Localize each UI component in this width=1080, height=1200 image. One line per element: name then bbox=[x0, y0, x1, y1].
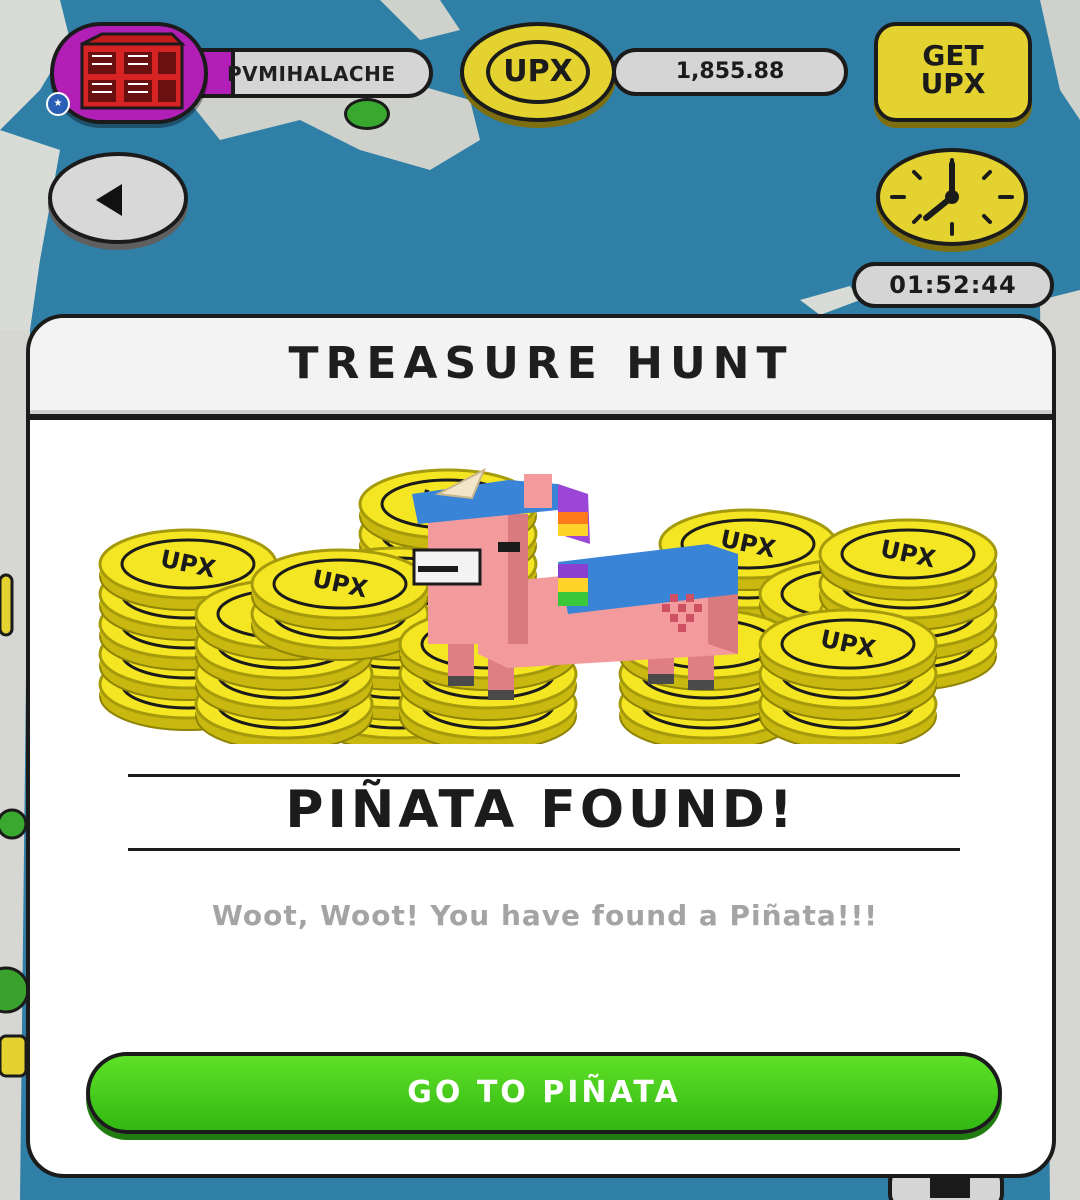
back-button[interactable] bbox=[48, 152, 188, 244]
upx-coin-label: UPX bbox=[486, 40, 590, 104]
status-indicator bbox=[344, 98, 390, 130]
clock-icon bbox=[890, 158, 1014, 236]
get-upx-button[interactable]: GET UPX bbox=[874, 22, 1032, 122]
pinata-coins-illustration: UPXUPXUPXUPXUPXUPX bbox=[98, 467, 998, 744]
building-avatar-icon bbox=[80, 32, 186, 110]
clock-button[interactable] bbox=[876, 148, 1028, 246]
header-divider bbox=[30, 414, 1052, 420]
found-message: Woot, Woot! You have found a Piñata!!! bbox=[211, 899, 879, 932]
username-label: PVMIHALACHE bbox=[227, 62, 396, 86]
upx-coin-icon[interactable]: UPX bbox=[460, 22, 616, 122]
back-arrow-icon bbox=[96, 184, 122, 216]
title-rule-top bbox=[128, 774, 960, 777]
player-avatar[interactable]: ★ bbox=[46, 22, 208, 124]
avatar-badge-icon: ★ bbox=[46, 92, 70, 116]
treasure-hunt-modal: TREASURE HUNT UPXUPXUPXUPXUPXUPX bbox=[26, 314, 1056, 1178]
modal-header: TREASURE HUNT bbox=[30, 318, 1052, 420]
username-pill[interactable]: PVMIHALACHE bbox=[195, 48, 433, 98]
countdown-timer: 01:52:44 bbox=[852, 262, 1054, 308]
upx-balance: 1,855.88 bbox=[612, 48, 848, 96]
go-to-pinata-button[interactable]: GO TO PIÑATA bbox=[86, 1052, 1002, 1134]
get-upx-label: GET UPX bbox=[920, 39, 986, 100]
modal-title: TREASURE HUNT bbox=[288, 338, 794, 389]
title-rule-bottom bbox=[128, 848, 960, 851]
found-title: PIÑATA FOUND! bbox=[285, 780, 797, 840]
